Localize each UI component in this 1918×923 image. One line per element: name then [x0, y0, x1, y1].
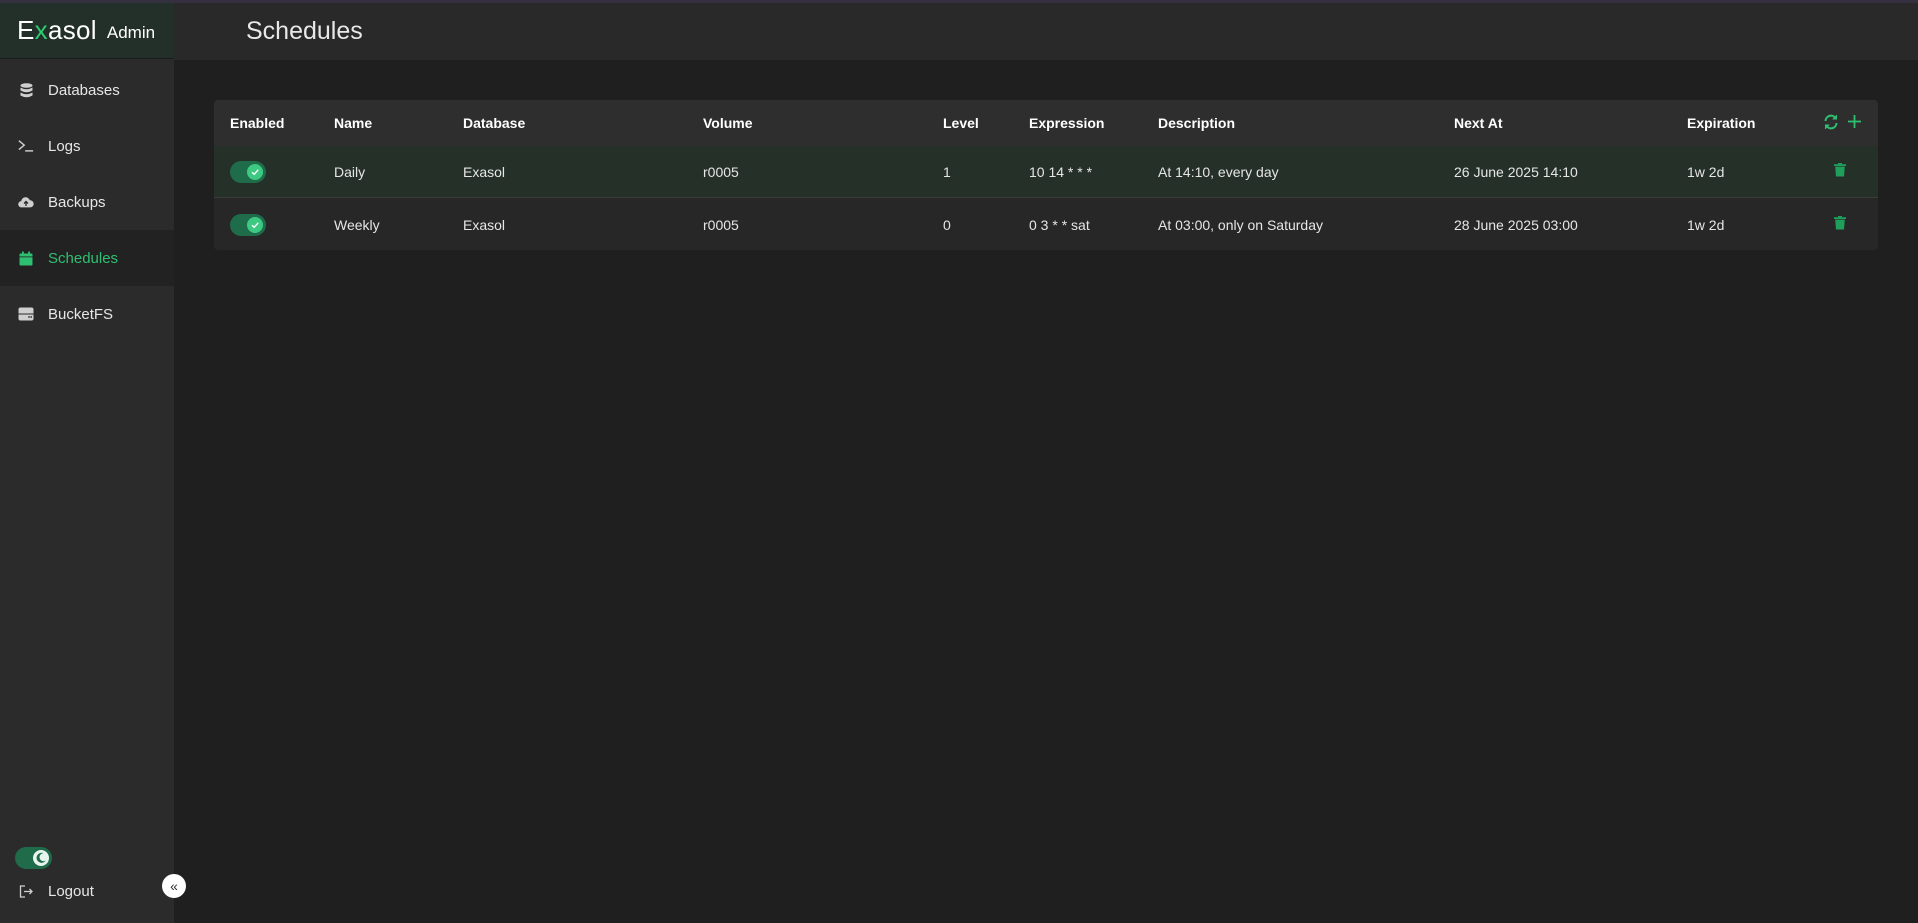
cell-expiration: 1w 2d: [1687, 163, 1725, 180]
sidebar-item-logs[interactable]: Logs: [0, 118, 174, 174]
sidebar: Exasol Admin Databases Logs Backups Sche…: [0, 3, 174, 923]
sidebar-item-schedules[interactable]: Schedules: [0, 230, 174, 286]
column-header-enabled[interactable]: Enabled: [230, 115, 284, 131]
logout-icon: [18, 883, 34, 899]
column-header-name[interactable]: Name: [334, 115, 372, 131]
cell-name: Weekly: [334, 216, 380, 233]
schedules-table: Enabled Name Database Volume Level Expre…: [214, 100, 1878, 250]
calendar-icon: [18, 250, 34, 266]
page-header: Schedules: [174, 3, 1918, 60]
column-header-description[interactable]: Description: [1158, 115, 1235, 131]
enabled-toggle[interactable]: [230, 213, 266, 236]
table-header-row: Enabled Name Database Volume Level Expre…: [214, 100, 1878, 146]
sidebar-item-label: Backups: [48, 193, 106, 211]
sidebar-item-databases[interactable]: Databases: [0, 62, 174, 118]
add-schedule-icon[interactable]: [1847, 114, 1862, 132]
column-header-expiration[interactable]: Expiration: [1687, 115, 1755, 131]
brand[interactable]: Exasol Admin: [0, 3, 174, 59]
check-icon: [247, 216, 263, 233]
cell-database: Exasol: [463, 163, 506, 180]
page-title: Schedules: [246, 17, 363, 45]
table-actions: [1823, 114, 1862, 133]
sidebar-item-backups[interactable]: Backups: [0, 174, 174, 230]
database-icon: [18, 82, 34, 98]
cell-level: 0: [943, 216, 951, 233]
sidebar-item-bucketfs[interactable]: BucketFS: [0, 286, 174, 342]
check-icon: [247, 163, 263, 180]
cell-database: Exasol: [463, 216, 506, 233]
cell-description: At 03:00, only on Saturday: [1158, 216, 1323, 233]
cell-description: At 14:10, every day: [1158, 163, 1279, 180]
delete-icon[interactable]: [1834, 216, 1846, 233]
moon-icon: [33, 850, 49, 866]
brand-logo: Exasol: [17, 15, 97, 45]
cell-expiration: 1w 2d: [1687, 216, 1725, 233]
theme-toggle[interactable]: [15, 847, 52, 869]
cell-expression: 0 3 * * sat: [1029, 216, 1090, 233]
cell-next-at: 28 June 2025 03:00: [1454, 216, 1578, 233]
refresh-icon[interactable]: [1823, 114, 1839, 133]
column-header-next-at[interactable]: Next At: [1454, 115, 1503, 131]
cell-volume: r0005: [703, 163, 739, 180]
cell-expression: 10 14 * * *: [1029, 163, 1093, 180]
cell-level: 1: [943, 163, 951, 180]
cell-volume: r0005: [703, 216, 739, 233]
terminal-icon: [18, 138, 34, 154]
cell-name: Daily: [334, 163, 366, 180]
logout-label: Logout: [48, 882, 94, 900]
sidebar-item-label: Schedules: [48, 249, 119, 267]
column-header-volume[interactable]: Volume: [703, 115, 753, 131]
sidebar-item-label: BucketFS: [48, 305, 114, 323]
table-row[interactable]: Daily Exasol r0005 1 10 14 * * * At 14:1…: [214, 146, 1878, 198]
enabled-toggle[interactable]: [230, 160, 266, 183]
column-header-expression[interactable]: Expression: [1029, 115, 1104, 131]
logout-button[interactable]: Logout: [0, 871, 174, 911]
cell-next-at: 26 June 2025 14:10: [1454, 163, 1578, 180]
sidebar-item-label: Databases: [48, 81, 120, 99]
storage-icon: [18, 306, 34, 322]
column-header-database[interactable]: Database: [463, 115, 525, 131]
cloud-upload-icon: [18, 194, 34, 210]
collapse-sidebar-button[interactable]: «: [162, 874, 186, 898]
table-row[interactable]: Weekly Exasol r0005 0 0 3 * * sat At 03:…: [214, 199, 1878, 250]
brand-subtitle: Admin: [106, 22, 156, 42]
delete-icon[interactable]: [1834, 163, 1846, 180]
sidebar-item-label: Logs: [48, 137, 81, 155]
column-header-level[interactable]: Level: [943, 115, 979, 131]
